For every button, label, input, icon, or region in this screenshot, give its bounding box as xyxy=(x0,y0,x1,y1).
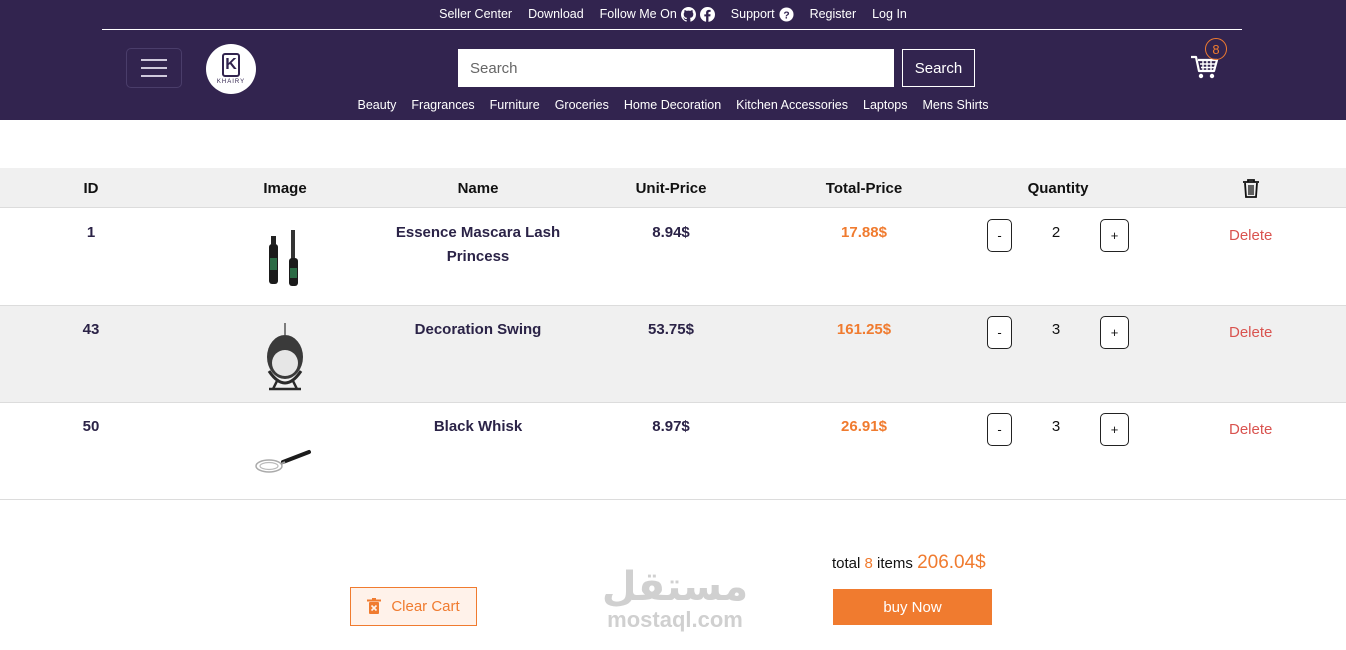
delete-item-link[interactable]: Delete xyxy=(1229,227,1272,244)
decrease-quantity-button[interactable]: - xyxy=(987,413,1012,446)
header-divider xyxy=(102,29,1242,30)
category-beauty[interactable]: Beauty xyxy=(358,98,397,118)
question-circle-icon: ? xyxy=(779,6,794,22)
row-unit-price: 53.75$ xyxy=(648,321,694,338)
row-total-price: 26.91$ xyxy=(841,418,887,435)
support-label: Support xyxy=(730,7,775,21)
clear-cart-button[interactable]: Clear Cart xyxy=(350,587,477,626)
header-image: Image xyxy=(263,179,307,197)
total-label: total xyxy=(832,555,861,572)
row-quantity: 2 xyxy=(1051,224,1061,241)
header-total-price: Total-Price xyxy=(825,179,903,197)
top-nav: Seller Center Download Follow Me On Supp… xyxy=(0,0,1346,28)
increase-quantity-button[interactable]: + xyxy=(1100,316,1129,349)
watermark-arabic: مستقل xyxy=(601,564,749,610)
decrease-quantity-button[interactable]: - xyxy=(987,316,1012,349)
delete-item-link[interactable]: Delete xyxy=(1229,324,1272,341)
facebook-icon[interactable] xyxy=(699,6,715,22)
cart-summary: total 8 items 206.04$ xyxy=(832,552,986,574)
menu-bar-icon xyxy=(141,59,167,61)
increase-quantity-button[interactable]: + xyxy=(1100,219,1129,252)
category-nav: Beauty Fragrances Furniture Groceries Ho… xyxy=(0,98,1346,118)
category-home-decoration[interactable]: Home Decoration xyxy=(624,98,721,118)
cart-table-header: ID Image Name Unit-Price Total-Price Qua… xyxy=(0,168,1346,208)
follow-me-on: Follow Me On xyxy=(599,6,715,22)
total-amount: 206.04$ xyxy=(917,552,986,573)
register-link[interactable]: Register xyxy=(810,7,857,21)
hamburger-menu-button[interactable] xyxy=(126,48,182,88)
site-logo[interactable]: K KHAIRY xyxy=(206,44,256,94)
download-link[interactable]: Download xyxy=(528,7,584,21)
header-name: Name xyxy=(457,179,499,197)
menu-bar-icon xyxy=(141,67,167,69)
row-quantity: 3 xyxy=(1051,418,1061,435)
row-name: Essence Mascara Lash Princess xyxy=(395,224,561,265)
total-items-count: 8 xyxy=(864,555,873,572)
row-unit-price: 8.97$ xyxy=(652,418,690,435)
category-furniture[interactable]: Furniture xyxy=(490,98,540,118)
table-row: 43 Decoration Swing 53.75$ 161.25$ - 3 +… xyxy=(0,306,1346,403)
whisk-image xyxy=(255,450,311,473)
row-total-price: 161.25$ xyxy=(836,321,892,338)
cart-count-badge: 8 xyxy=(1205,38,1227,60)
mostaql-watermark: مستقل mostaql.com xyxy=(590,565,760,637)
header-quantity: Quantity xyxy=(1027,179,1089,197)
trash-x-icon xyxy=(367,598,382,614)
mascara-image xyxy=(269,230,298,286)
logo-brand: KHAIRY xyxy=(216,79,246,85)
github-icon[interactable] xyxy=(680,6,696,22)
row-quantity: 3 xyxy=(1051,321,1061,338)
menu-bar-icon xyxy=(141,75,167,77)
trash-icon xyxy=(1242,168,1260,208)
row-name: Decoration Swing xyxy=(414,321,542,338)
decrease-quantity-button[interactable]: - xyxy=(987,219,1012,252)
row-id: 50 xyxy=(82,418,100,435)
category-mens-shirts[interactable]: Mens Shirts xyxy=(922,98,988,118)
row-id: 43 xyxy=(82,321,100,338)
category-kitchen-accessories[interactable]: Kitchen Accessories xyxy=(736,98,848,118)
delete-item-link[interactable]: Delete xyxy=(1229,421,1272,438)
buy-now-button[interactable]: buy Now xyxy=(833,589,992,625)
increase-quantity-button[interactable]: + xyxy=(1100,413,1129,446)
search-button[interactable]: Search xyxy=(902,49,975,87)
row-total-price: 17.88$ xyxy=(841,224,887,241)
category-groceries[interactable]: Groceries xyxy=(555,98,609,118)
watermark-latin: mostaql.com xyxy=(607,607,743,632)
table-row: 50 Black Whisk 8.97$ 26.91$ - 3 + Delete xyxy=(0,403,1346,500)
table-row: 1 Essence Mascara Lash Princess 8.94$ 17… xyxy=(0,209,1346,306)
header-id: ID xyxy=(83,179,99,197)
login-link[interactable]: Log In xyxy=(872,7,907,21)
clear-cart-label: Clear Cart xyxy=(391,598,460,615)
header-unit-price: Unit-Price xyxy=(635,179,707,197)
category-laptops[interactable]: Laptops xyxy=(863,98,907,118)
row-id: 1 xyxy=(86,224,96,241)
search-input[interactable] xyxy=(458,49,894,87)
items-label: items xyxy=(877,555,913,572)
row-name: Black Whisk xyxy=(433,418,523,435)
swing-chair-image xyxy=(267,323,303,391)
follow-me-on-label: Follow Me On xyxy=(599,7,677,21)
category-fragrances[interactable]: Fragrances xyxy=(411,98,474,118)
support-link[interactable]: Support ? xyxy=(730,6,794,22)
logo-letter: K xyxy=(222,53,240,77)
row-unit-price: 8.94$ xyxy=(652,224,690,241)
site-header: Seller Center Download Follow Me On Supp… xyxy=(0,0,1346,120)
svg-text:?: ? xyxy=(783,10,789,21)
seller-center-link[interactable]: Seller Center xyxy=(439,7,512,21)
